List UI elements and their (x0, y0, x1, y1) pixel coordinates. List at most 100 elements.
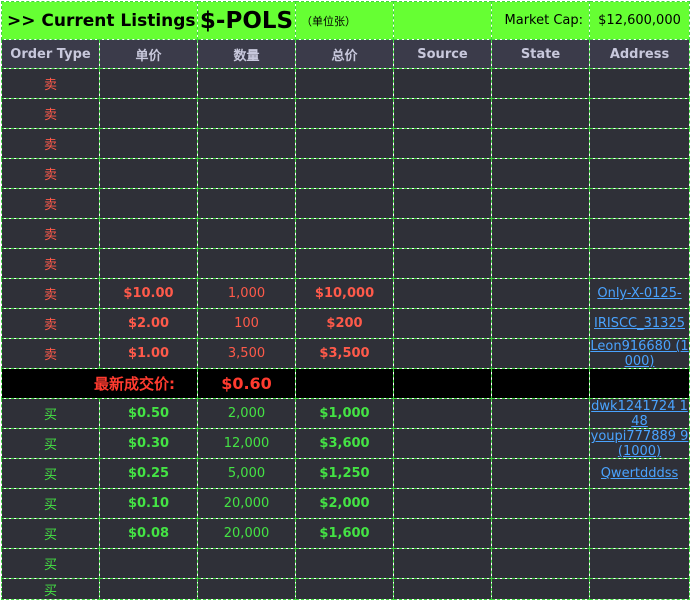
address-link[interactable]: dwk1241724 148 (591, 400, 689, 428)
total-cell: $1,250 (295, 458, 395, 489)
state-cell (491, 488, 591, 519)
address-link[interactable]: Only-X-0125- (597, 286, 681, 301)
buy-order-row: 买 $0.25 5,000 $1,250 Qwertdddss (1, 458, 691, 489)
source-cell (393, 398, 493, 429)
order-type-cell: 买 (1, 488, 100, 519)
buy-order-row: 买 $0.50 2,000 $1,000 dwk1241724 148 (1, 398, 691, 429)
state-cell (491, 278, 591, 309)
unit-price-cell (98, 68, 199, 99)
source-cell (393, 428, 493, 459)
address-cell: youpi777889 9 (1000) (589, 428, 691, 459)
sell-order-row: 卖 (1, 98, 691, 129)
column-header-source: Source (393, 39, 493, 69)
address-cell: Qwertdddss (589, 458, 691, 489)
unit-price-cell: $1.00 (98, 338, 199, 369)
sell-order-row: 卖 $1.00 3,500 $3,500 Leon916680 (1000) (1, 338, 691, 369)
quantity-cell (197, 98, 297, 129)
quantity-cell: 1,000 (197, 278, 297, 309)
order-type-cell: 卖 (1, 308, 100, 339)
total-cell: $3,500 (295, 338, 395, 369)
sell-order-row: 卖 (1, 188, 691, 219)
state-cell (491, 308, 591, 339)
address-link[interactable]: youpi777889 9 (1000) (591, 430, 689, 458)
source-cell (393, 578, 493, 600)
state-cell (491, 578, 591, 600)
source-cell (393, 128, 493, 159)
ticker-symbol: $-POLS (197, 1, 297, 40)
unit-price-cell: $0.50 (98, 398, 199, 429)
total-cell: $3,600 (295, 428, 395, 459)
unit-note: （单位张） (295, 1, 395, 40)
quantity-cell: 12,000 (197, 428, 297, 459)
latest-trade-empty (589, 368, 691, 399)
latest-trade-empty (295, 368, 395, 399)
total-cell: $1,000 (295, 398, 395, 429)
sell-order-row: 卖 (1, 218, 691, 249)
state-cell (491, 248, 591, 279)
source-cell (393, 458, 493, 489)
page-title: >> Current Listings: (0, 1, 199, 40)
source-cell (393, 158, 493, 189)
state-cell (491, 128, 591, 159)
latest-trade-empty (393, 368, 493, 399)
quantity-cell (197, 128, 297, 159)
buy-order-row: 买 $0.10 20,000 $2,000 (1, 488, 691, 519)
quantity-cell (197, 548, 297, 579)
sell-order-row: 卖 (1, 248, 691, 279)
total-cell (295, 248, 395, 279)
title-spacer (393, 1, 493, 40)
unit-price-cell (98, 548, 199, 579)
total-cell (295, 158, 395, 189)
source-cell (393, 218, 493, 249)
address-link[interactable]: Qwertdddss (601, 466, 679, 481)
source-cell (393, 98, 493, 129)
state-cell (491, 158, 591, 189)
state-cell (491, 428, 591, 459)
market-cap-label: Market Cap: (491, 1, 591, 40)
state-cell (491, 518, 591, 549)
market-cap-value: $12,600,000 (589, 1, 691, 40)
latest-trade-label: 最新成交价: (0, 368, 199, 399)
column-header-state: State (491, 39, 591, 69)
quantity-cell (197, 188, 297, 219)
order-type-cell: 买 (1, 428, 100, 459)
address-cell (589, 68, 691, 99)
source-cell (393, 548, 493, 579)
order-type-cell: 买 (1, 548, 100, 579)
address-cell (589, 158, 691, 189)
sell-order-row: 卖 (1, 158, 691, 189)
quantity-cell: 5,000 (197, 458, 297, 489)
quantity-cell: 20,000 (197, 488, 297, 519)
table-header: Order Type 单价 数量 总价 Source State Address (1, 39, 691, 69)
order-type-cell: 卖 (1, 188, 100, 219)
total-cell (295, 188, 395, 219)
address-cell: dwk1241724 148 (589, 398, 691, 429)
address-cell (589, 98, 691, 129)
total-cell (295, 578, 395, 600)
address-link[interactable]: Leon916680 (1000) (591, 340, 689, 368)
unit-price-cell (98, 158, 199, 189)
source-cell (393, 248, 493, 279)
total-cell (295, 548, 395, 579)
unit-price-cell (98, 128, 199, 159)
state-cell (491, 218, 591, 249)
address-cell (589, 218, 691, 249)
order-type-cell: 卖 (1, 98, 100, 129)
unit-price-cell: $0.08 (98, 518, 199, 549)
buy-order-row: 买 (1, 548, 691, 579)
unit-price-cell: $0.25 (98, 458, 199, 489)
unit-price-cell: $0.10 (98, 488, 199, 519)
quantity-cell (197, 218, 297, 249)
column-header-address: Address (589, 39, 691, 69)
quantity-cell: 100 (197, 308, 297, 339)
source-cell (393, 68, 493, 99)
source-cell (393, 488, 493, 519)
column-header-total: 总价 (295, 39, 395, 69)
state-cell (491, 68, 591, 99)
address-cell (589, 128, 691, 159)
order-type-cell: 买 (1, 398, 100, 429)
state-cell (491, 188, 591, 219)
address-link[interactable]: IRISCC_31325 (594, 316, 685, 331)
address-cell (589, 248, 691, 279)
latest-trade-empty (491, 368, 591, 399)
